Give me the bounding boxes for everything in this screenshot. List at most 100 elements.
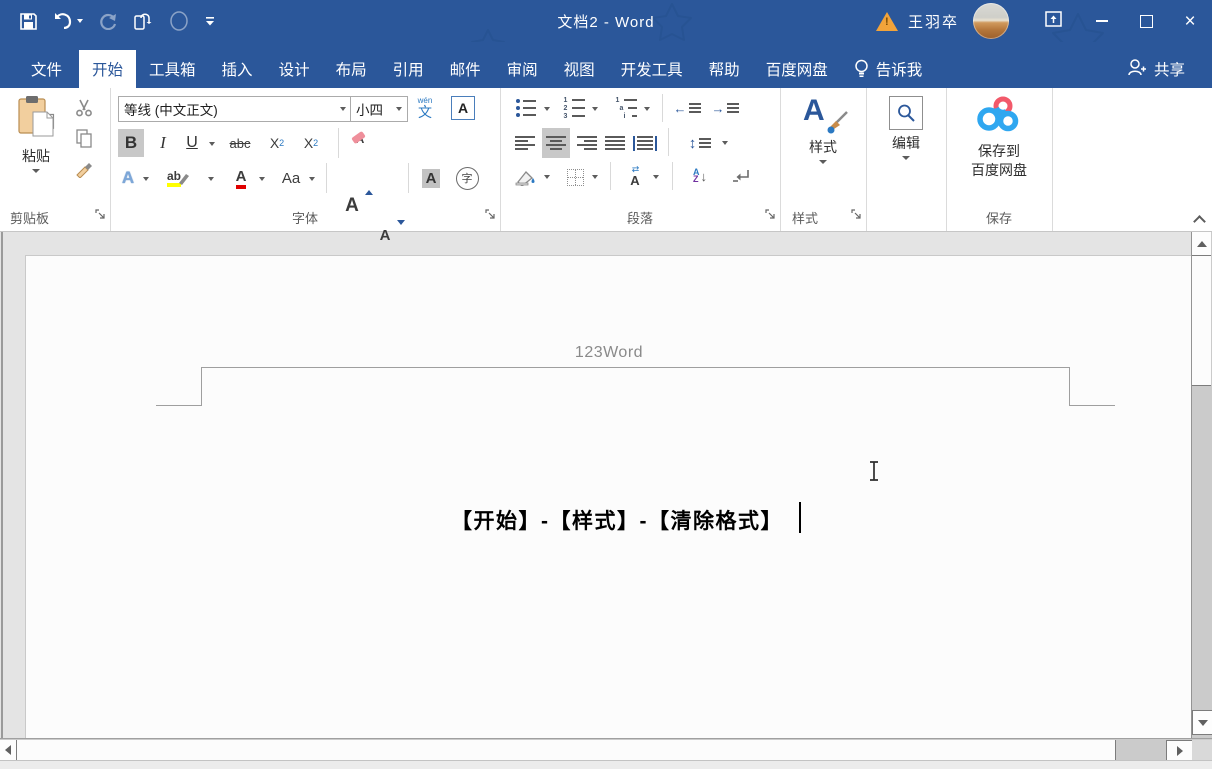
multilevel-dropdown-icon[interactable] — [644, 107, 650, 111]
copy-button[interactable] — [70, 126, 98, 150]
ribbon-display-options-icon[interactable] — [1045, 11, 1062, 32]
character-shading-button[interactable]: A — [416, 164, 446, 192]
bullets-dropdown-icon[interactable] — [544, 107, 550, 111]
warning-icon[interactable]: ! — [876, 12, 898, 31]
text-effects-button[interactable]: A — [116, 164, 140, 192]
document-page[interactable]: 123Word 【开始】-【样式】-【清除格式】 — [25, 255, 1193, 739]
styles-dropdown-icon[interactable] — [819, 160, 827, 164]
scroll-down-button[interactable] — [1192, 710, 1212, 735]
tab-layout[interactable]: 布局 — [323, 50, 380, 88]
tab-file[interactable]: 文件 — [14, 50, 79, 88]
header-text[interactable]: 123Word — [26, 344, 1192, 362]
show-marks-button[interactable] — [726, 162, 756, 190]
format-painter-button[interactable] — [70, 156, 98, 180]
align-center-button[interactable] — [542, 128, 570, 158]
shading-dropdown-icon[interactable] — [544, 175, 550, 179]
scroll-up-button[interactable] — [1192, 232, 1211, 256]
editing-dropdown-icon[interactable] — [902, 156, 910, 160]
font-dialog-launcher-icon[interactable] — [485, 207, 496, 225]
sort-button[interactable]: AZ ↓ — [684, 162, 716, 190]
styles-dialog-launcher-icon[interactable] — [851, 207, 862, 225]
paste-button[interactable]: 粘贴 — [10, 94, 62, 173]
avatar[interactable] — [973, 3, 1009, 39]
underline-button[interactable]: U — [180, 129, 204, 157]
bold-button[interactable]: B — [118, 129, 144, 157]
italic-button[interactable]: I — [152, 129, 174, 157]
justify-button[interactable] — [602, 130, 628, 156]
clear-formatting-button[interactable]: A — [348, 129, 378, 157]
font-color-dropdown-icon[interactable] — [259, 177, 265, 181]
tab-design[interactable]: 设计 — [266, 50, 323, 88]
tab-view[interactable]: 视图 — [551, 50, 608, 88]
align-right-button[interactable] — [574, 130, 600, 156]
tab-review[interactable]: 审阅 — [494, 50, 551, 88]
enclose-characters-button[interactable]: 字 — [452, 164, 482, 192]
tab-tellme[interactable]: 告诉我 — [841, 50, 936, 88]
vertical-scroll-thumb[interactable] — [1192, 256, 1211, 386]
scroll-right-button[interactable] — [1166, 740, 1193, 762]
change-case-dropdown-icon[interactable] — [309, 177, 315, 181]
distribute-button[interactable] — [630, 130, 660, 156]
cut-button[interactable] — [70, 96, 98, 120]
superscript-button[interactable]: X2 — [296, 129, 326, 157]
font-size-combo[interactable]: 小四 — [350, 96, 408, 122]
tab-home[interactable]: 开始 — [79, 50, 136, 88]
scroll-left-button[interactable] — [0, 740, 17, 760]
horizontal-scroll-thumb[interactable] — [17, 740, 1116, 760]
clipboard-dialog-launcher-icon[interactable] — [95, 207, 106, 225]
body-text[interactable]: 【开始】-【样式】-【清除格式】 — [451, 505, 783, 535]
tab-insert[interactable]: 插入 — [209, 50, 266, 88]
undo-button[interactable] — [53, 13, 83, 29]
share-button[interactable]: 共享 — [1114, 50, 1198, 88]
paste-dropdown-icon[interactable] — [32, 169, 40, 173]
character-border-button[interactable]: A — [450, 95, 476, 121]
text-highlight-button[interactable]: ab — [156, 164, 202, 192]
subscript-button[interactable]: X2 — [262, 129, 292, 157]
tab-toolbox[interactable]: 工具箱 — [136, 50, 209, 88]
text-effects-dropdown-icon[interactable] — [143, 177, 149, 181]
styles-button[interactable]: A 样式 — [797, 94, 849, 164]
font-color-button[interactable]: A — [226, 164, 256, 192]
save-icon[interactable] — [20, 13, 37, 30]
highlight-dropdown-icon[interactable] — [208, 177, 214, 181]
numbering-dropdown-icon[interactable] — [592, 107, 598, 111]
tab-baidu-netdisk[interactable]: 百度网盘 — [753, 50, 841, 88]
increase-indent-button[interactable]: → — [710, 96, 740, 120]
borders-button[interactable] — [562, 164, 588, 190]
collapse-ribbon-button[interactable] — [1195, 215, 1204, 224]
line-spacing-button[interactable]: ↕ — [682, 130, 718, 156]
maximize-button[interactable] — [1124, 0, 1168, 42]
minimize-button[interactable] — [1080, 0, 1124, 42]
phonetic-guide-button[interactable]: wén 文 — [410, 94, 440, 122]
asian-layout-button[interactable]: ⇄ A — [620, 162, 650, 190]
tab-developer[interactable]: 开发工具 — [608, 50, 696, 88]
change-case-button[interactable]: Aa — [276, 164, 306, 192]
borders-dropdown-icon[interactable] — [592, 175, 598, 179]
close-button[interactable]: × — [1168, 0, 1212, 42]
paragraph-dialog-launcher-icon[interactable] — [765, 207, 776, 225]
multilevel-list-button[interactable]: 1 a i — [612, 96, 640, 120]
bullets-button[interactable] — [512, 96, 540, 120]
tab-mailings[interactable]: 邮件 — [437, 50, 494, 88]
strikethrough-button[interactable]: abc — [224, 129, 256, 157]
editing-button[interactable]: 编辑 — [882, 96, 930, 160]
decrease-indent-button[interactable]: ← — [672, 96, 702, 120]
tab-references[interactable]: 引用 — [380, 50, 437, 88]
underline-dropdown-icon[interactable] — [209, 142, 215, 146]
shading-button[interactable] — [512, 164, 540, 190]
font-name-dropdown-icon[interactable] — [340, 107, 346, 111]
touch-mode-icon[interactable] — [133, 11, 153, 31]
line-spacing-dropdown-icon[interactable] — [722, 141, 728, 145]
horizontal-scrollbar[interactable] — [0, 738, 1212, 761]
font-name-combo[interactable]: 等线 (中文正文) — [118, 96, 352, 122]
asian-layout-dropdown-icon[interactable] — [653, 175, 659, 179]
tab-help[interactable]: 帮助 — [696, 50, 753, 88]
align-left-button[interactable] — [512, 130, 538, 156]
vertical-scrollbar[interactable] — [1191, 232, 1212, 738]
save-to-baidu-button[interactable]: 保存到 百度网盘 — [959, 94, 1039, 180]
numbering-button[interactable]: 1 2 3 — [560, 96, 588, 120]
font-size-dropdown-icon[interactable] — [396, 107, 402, 111]
undo-dropdown-icon[interactable] — [77, 19, 83, 23]
account-name[interactable]: 王羽卒 — [908, 11, 959, 32]
qat-customize-button[interactable] — [205, 16, 215, 26]
